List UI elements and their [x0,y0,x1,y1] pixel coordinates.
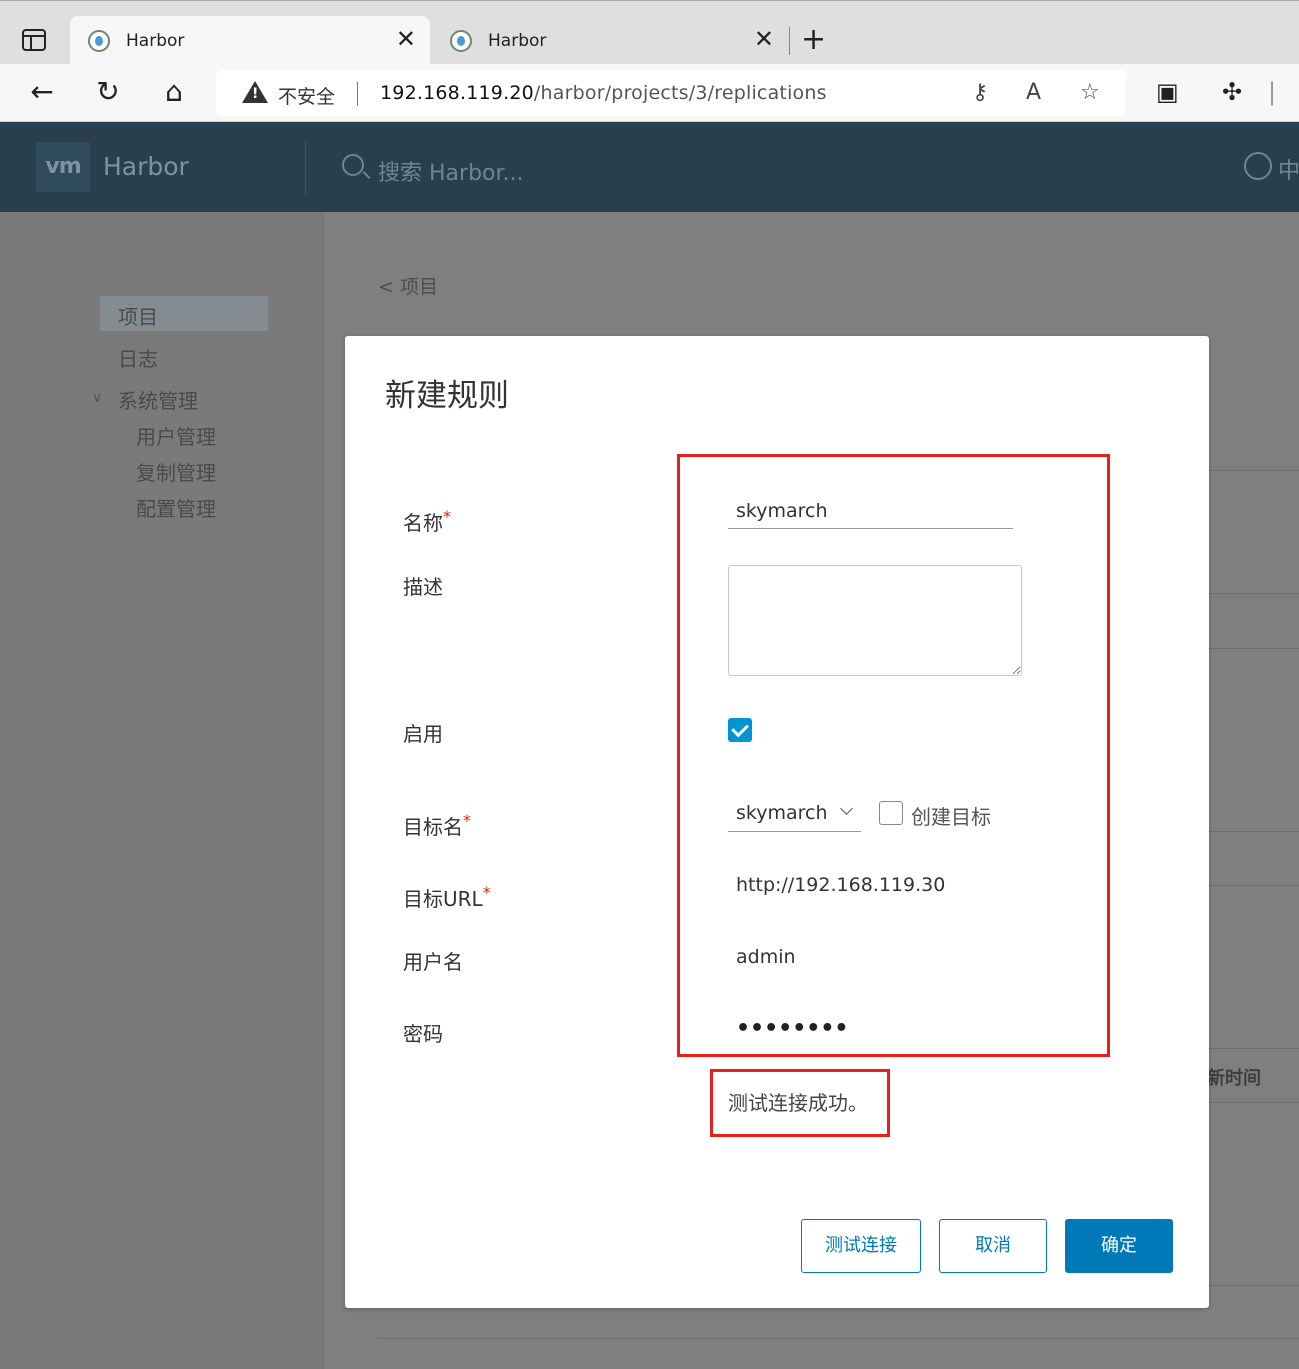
harbor-favicon-icon [88,30,110,52]
close-icon[interactable]: ✕ [754,27,774,51]
new-tab-icon[interactable]: + [801,23,826,57]
required-mark: * [443,507,451,526]
sidebar-item-users[interactable]: 用户管理 [136,421,216,450]
extensions-icon[interactable]: ✣ [1222,78,1242,106]
username-label: 用户名 [403,950,463,974]
dialog-title: 新建规则 [385,378,509,414]
browser-toolbar: ← ↻ ⌂ 不安全 192.168.119.20/harbor/projects… [0,64,1299,122]
background-divider [1209,593,1299,594]
test-connection-button[interactable]: 测试连接 [801,1219,921,1273]
annotation-highlight-fields [677,454,1110,1057]
tab-title: Harbor [488,31,547,51]
close-icon[interactable]: ✕ [396,27,416,51]
address-divider [357,82,358,106]
background-column-header: 新时间 [1207,1068,1261,1089]
read-aloud-icon[interactable]: A [1026,80,1041,105]
confirm-button[interactable]: 确定 [1065,1219,1173,1273]
refresh-icon[interactable]: ↻ [90,74,126,110]
harbor-favicon-icon [450,30,472,52]
tab-title: Harbor [126,31,185,51]
background-divider [1209,1285,1299,1286]
tab-harbor-active[interactable]: Harbor ✕ [70,16,430,65]
key-icon[interactable]: ⚷ [972,80,988,105]
cancel-button[interactable]: 取消 [939,1219,1047,1273]
background-divider [1209,1102,1299,1103]
background-divider [1209,831,1299,832]
description-label: 描述 [403,575,443,599]
globe-icon[interactable] [1244,152,1272,180]
sidebar-item-configuration[interactable]: 配置管理 [136,493,216,522]
sidebar-item-admin[interactable]: 系统管理 [118,385,198,414]
favorite-add-icon[interactable]: ☆ [1080,80,1100,105]
search-placeholder[interactable]: 搜索 Harbor... [378,155,524,187]
sidebar-item-logs[interactable]: 日志 [118,343,158,372]
target-name-label: 目标名* [403,811,471,839]
chevron-down-icon[interactable]: ∨ [92,390,102,406]
address-bar[interactable]: 不安全 192.168.119.20/harbor/projects/3/rep… [216,70,1126,116]
browser-tab-strip: Harbor ✕ Harbor ✕ + [0,0,1299,65]
annotation-highlight-status [710,1069,890,1137]
required-mark: * [482,883,491,902]
sidebar: 项目 日志 ∨ 系统管理 用户管理 复制管理 配置管理 [0,212,324,1369]
sidebar-item-replication[interactable]: 复制管理 [136,457,216,486]
language-label[interactable]: 中 [1278,153,1299,185]
search-icon [342,154,364,176]
background-divider [378,1338,1299,1339]
tab-harbor-inactive[interactable]: Harbor ✕ [432,16,788,65]
back-arrow-icon[interactable]: ← [24,74,60,110]
security-label: 不安全 [278,86,336,108]
url-text[interactable]: 192.168.119.20/harbor/projects/3/replica… [380,82,827,104]
password-label: 密码 [403,1022,443,1046]
background-divider [1209,1048,1299,1049]
header-divider [305,140,306,196]
home-icon[interactable]: ⌂ [156,74,192,110]
name-label: 名称* [403,507,451,535]
tab-actions-icon[interactable] [22,29,46,51]
target-url-label: 目标URL* [403,883,491,911]
enable-label: 启用 [403,722,443,746]
office-extension-icon[interactable]: ▣ [1156,78,1179,106]
sidebar-item-projects[interactable]: 项目 [118,301,158,330]
background-divider [1209,648,1299,649]
breadcrumb-back-link[interactable]: < 项目 [378,272,438,299]
harbor-header: vm Harbor 搜索 Harbor... 中 [0,122,1299,212]
background-divider [1209,885,1299,886]
vmware-logo: vm [36,142,90,192]
warning-icon [242,81,268,103]
background-divider [1209,470,1299,471]
tab-divider [789,27,790,55]
toolbar-divider: | [1268,78,1277,106]
required-mark: * [463,811,471,830]
harbor-brand: Harbor [103,152,189,181]
